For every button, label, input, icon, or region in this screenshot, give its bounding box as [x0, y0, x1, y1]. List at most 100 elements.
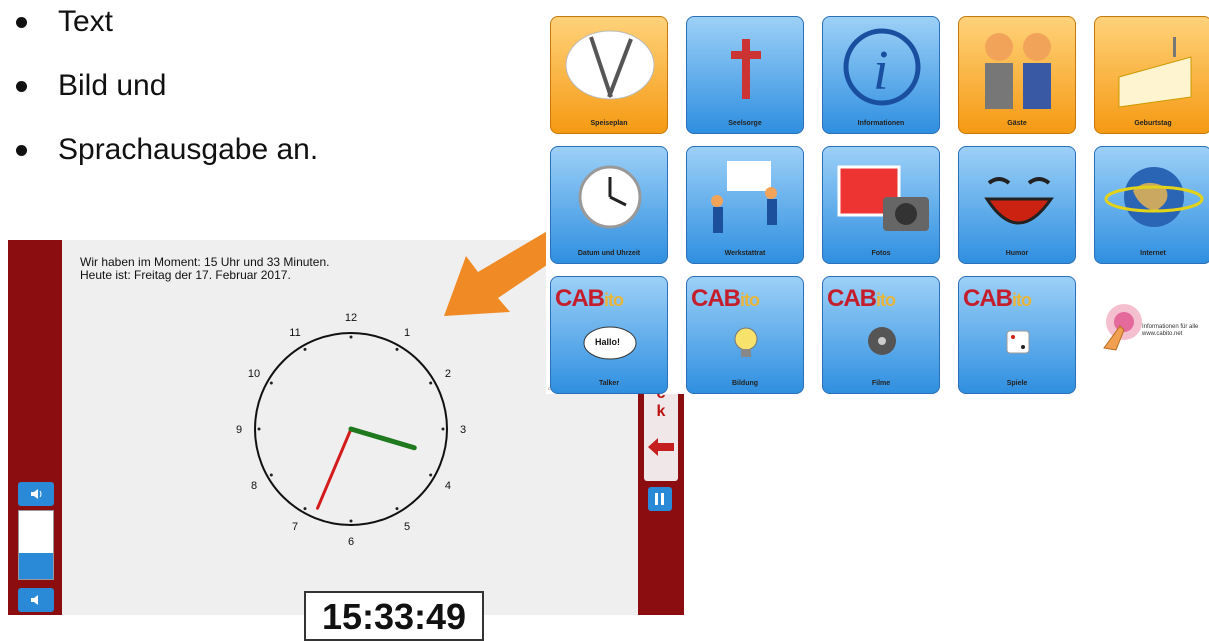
tile-gäste[interactable]: Gäste: [958, 16, 1076, 134]
cabito-logo-main: CAB: [963, 285, 1013, 312]
hour-tick: [441, 427, 445, 431]
tile-label: Bildung: [731, 380, 759, 387]
cabito-logo-sub: ito: [876, 290, 896, 310]
bullet-item: Text: [12, 0, 318, 64]
clock-number: 12: [345, 312, 357, 324]
tile-talker[interactable]: CABito Hallo! Talker: [550, 276, 668, 394]
hour-tick: [349, 519, 353, 523]
tile-label: Internet: [1140, 250, 1166, 257]
hour-hand: [348, 426, 417, 451]
volume-control[interactable]: [18, 482, 54, 615]
clock-number: 5: [404, 521, 410, 533]
people-icon: [711, 161, 777, 233]
clock-number: 6: [348, 536, 354, 548]
bullet-item: Bild und: [12, 64, 318, 128]
bullet-text: Text: [58, 5, 114, 38]
tile-geburtstag[interactable]: Geburtstag: [1094, 16, 1209, 134]
bullet-text: Sprachausgabe an.: [58, 133, 319, 166]
tile-filme[interactable]: CABito Filme: [822, 276, 940, 394]
clock-number: 3: [460, 424, 466, 436]
clock-number: 10: [248, 368, 260, 380]
bullet-dot: [16, 145, 27, 156]
info-text: Informationen für alle www.cabito.net: [1142, 324, 1199, 337]
tile-label: Speiseplan: [590, 120, 628, 127]
tile-label: Spiele: [1006, 380, 1028, 387]
clock-number: 8: [251, 480, 257, 492]
arrow-left-icon: [648, 438, 674, 456]
volume-down-button[interactable]: [18, 588, 54, 612]
info-link[interactable]: Informationen für alle www.cabito.net: [1094, 274, 1204, 384]
tile-label: Informationen: [857, 120, 905, 127]
back-letter: k: [656, 403, 666, 420]
speaker-icon: [31, 489, 42, 499]
tile-internet[interactable]: Internet: [1094, 146, 1209, 264]
cabito-logo: CABito: [827, 285, 896, 313]
cabito-logo: CABito: [691, 285, 760, 313]
hour-tick: [269, 473, 273, 477]
plate-icon: [565, 30, 655, 100]
clock-number: 11: [289, 327, 300, 339]
back-button[interactable]: c k: [644, 385, 678, 481]
laughing-face-icon: [984, 177, 1054, 225]
cabito-logo-sub: ito: [1012, 290, 1032, 310]
hour-tick: [303, 507, 307, 511]
volume-slider[interactable]: [18, 510, 54, 580]
clock-number: 2: [445, 368, 451, 380]
hour-tick: [269, 381, 273, 385]
cake-icon: [1118, 37, 1192, 108]
cabito-logo-sub: ito: [740, 290, 760, 310]
tile-label: Seelsorge: [728, 120, 762, 127]
tile-werkstattrat[interactable]: Werkstattrat: [686, 146, 804, 264]
tile-spiele[interactable]: CABito Spiele: [958, 276, 1076, 394]
bullet-dot: [16, 81, 27, 92]
hour-tick: [429, 381, 433, 385]
tile-label: Humor: [1005, 250, 1029, 257]
clock-number: 7: [292, 521, 298, 533]
cabito-logo-sub: ito: [604, 290, 624, 310]
hour-tick: [429, 473, 433, 477]
hour-tick: [349, 335, 353, 339]
volume-level: [19, 553, 53, 579]
cabito-menu-screen: Informationen für alle www.cabito.net CA…: [546, 12, 1209, 394]
tile-label: Talker: [598, 380, 620, 387]
cabito-logo: CABito: [963, 285, 1032, 313]
camera-icon: [837, 165, 929, 231]
volume-up-button[interactable]: [18, 482, 54, 506]
cabito-logo-main: CAB: [555, 285, 605, 312]
tile-label: Filme: [871, 380, 891, 387]
tile-seelsorge[interactable]: Seelsorge: [686, 16, 804, 134]
bullet-dot: [16, 17, 27, 28]
tile-humor[interactable]: Humor: [958, 146, 1076, 264]
tile-label: Fotos: [871, 250, 891, 257]
tile-bildung[interactable]: CABito Bildung: [686, 276, 804, 394]
cabito-logo: CABito: [555, 285, 624, 313]
tile-label: Gäste: [1007, 120, 1027, 127]
tile-label: Geburtstag: [1134, 120, 1172, 127]
right-controls: c k: [638, 385, 684, 615]
speech-bubble-text: Hallo!: [595, 337, 621, 347]
tile-speiseplan[interactable]: Speiseplan: [550, 16, 668, 134]
hour-tick: [303, 347, 307, 351]
tile-fotos[interactable]: Fotos: [822, 146, 940, 264]
tile-label: Werkstattrat: [724, 250, 766, 257]
tile-informationen[interactable]: i Informationen: [822, 16, 940, 134]
globe-icon: [1104, 167, 1204, 227]
clock-number: 9: [236, 424, 242, 436]
pause-button[interactable]: [648, 487, 672, 511]
bullet-list: Text Bild und Sprachausgabe an.: [12, 0, 318, 192]
pause-icon: [655, 493, 664, 505]
hour-tick: [395, 347, 399, 351]
tile-label: Datum und Uhrzeit: [577, 250, 641, 257]
cabito-logo-main: CAB: [827, 285, 877, 312]
info-icon: i: [843, 28, 921, 106]
speaker-icon: [31, 595, 38, 605]
clock-number: 4: [445, 480, 451, 492]
cross-icon: [731, 39, 761, 99]
minute-hand: [316, 427, 353, 510]
tile-datum-und-uhrzeit[interactable]: Datum und Uhrzeit: [550, 146, 668, 264]
clock-icon: [578, 165, 642, 229]
bullet-item: Sprachausgabe an.: [12, 128, 318, 192]
digital-clock: 15:33:49: [304, 591, 484, 641]
bullet-text: Bild und: [58, 69, 167, 102]
hour-tick: [257, 427, 261, 431]
